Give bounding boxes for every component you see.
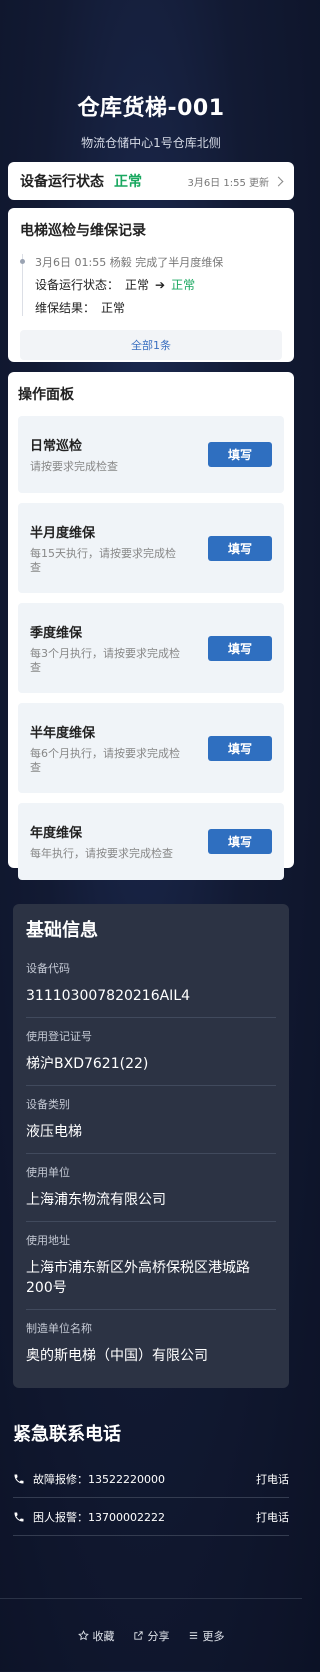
footer-bar: 收藏 分享 更多 xyxy=(0,1598,302,1672)
fill-button-half-monthly[interactable]: 填写 xyxy=(208,535,272,561)
op-title: 日常巡检 xyxy=(30,439,83,454)
info-label: 制造单位名称 xyxy=(26,1322,92,1335)
record-card: 电梯巡检与维保记录 3月6日 01:55 杨毅 完成了半月度维保 设备运行状态：… xyxy=(8,208,294,362)
info-value: 奥的斯电梯（中国）有限公司 xyxy=(26,1348,208,1364)
info-row-device-code: 设备代码 311103007820216AIL4 xyxy=(26,950,276,1018)
record-timeline: 3月6日 01:55 杨毅 完成了半月度维保 设备运行状态： 正常 ➔ 正常 维… xyxy=(20,254,282,316)
record-status-from: 正常 xyxy=(125,278,150,292)
basic-info-card: 基础信息 设备代码 311103007820216AIL4 使用登记证号 梯沪B… xyxy=(13,904,289,1388)
info-label: 使用登记证号 xyxy=(26,1030,92,1043)
record-status-to: 正常 xyxy=(171,278,196,292)
emergency-row: 困人报警：13700002222 打电话 xyxy=(13,1498,289,1536)
info-label: 设备代码 xyxy=(26,962,70,975)
op-item-daily: 日常巡检 请按要求完成检查 填写 xyxy=(18,416,284,493)
share-label: 分享 xyxy=(147,1629,170,1643)
record-action: 完成了半月度维保 xyxy=(135,256,224,269)
info-label: 使用单位 xyxy=(26,1166,70,1179)
fill-button-half-yearly[interactable]: 填写 xyxy=(208,735,272,761)
record-result-value: 正常 xyxy=(101,301,126,315)
operation-panel: 操作面板 日常巡检 请按要求完成检查 填写 半月度维保 每15天执行，请按要求完… xyxy=(8,372,294,880)
record-title: 电梯巡检与维保记录 xyxy=(20,223,146,239)
info-row-registration: 使用登记证号 梯沪BXD7621(22) xyxy=(26,1018,276,1086)
status-updated: 3月6日 1:55 更新 xyxy=(187,177,269,189)
panel-title: 操作面板 xyxy=(18,387,74,403)
emergency-row: 故障报修：13522220000 打电话 xyxy=(13,1460,289,1498)
op-item-half-monthly: 半月度维保 每15天执行，请按要求完成检查 填写 xyxy=(18,503,284,593)
page-title: 仓库货梯-001 xyxy=(77,96,225,121)
star-icon xyxy=(77,1630,89,1641)
emergency-text: 困人报警：13700002222 xyxy=(33,1510,165,1524)
more-label: 更多 xyxy=(202,1629,225,1643)
page-subtitle: 物流仓储中心1号仓库北侧 xyxy=(81,136,221,150)
op-item-yearly: 年度维保 每年执行，请按要求完成检查 填写 xyxy=(18,803,284,880)
op-desc: 每年执行，请按要求完成检查 xyxy=(30,847,173,860)
info-row-address: 使用地址 上海市浦东新区外高桥保税区港城路200号 xyxy=(26,1222,276,1310)
share-icon xyxy=(133,1631,143,1640)
op-title: 年度维保 xyxy=(30,826,83,841)
chevron-right-icon xyxy=(273,176,284,186)
phone-icon xyxy=(14,1474,24,1483)
page-header: 仓库货梯-001 物流仓储中心1号仓库北侧 xyxy=(0,0,302,160)
status-card[interactable]: 设备运行状态 正常 3月6日 1:55 更新 xyxy=(8,162,294,200)
record-time-user: 3月6日 01:55 杨毅 xyxy=(35,256,132,269)
info-value: 上海市浦东新区外高桥保税区港城路200号 xyxy=(26,1260,250,1296)
info-row-user-unit: 使用单位 上海浦东物流有限公司 xyxy=(26,1154,276,1222)
share-button[interactable]: 分享 xyxy=(133,1628,170,1644)
op-desc: 每15天执行，请按要求完成检查 xyxy=(30,546,176,574)
info-value: 梯沪BXD7621(22) xyxy=(26,1056,149,1072)
fill-button-quarterly[interactable]: 填写 xyxy=(208,635,272,661)
view-all-records-button[interactable]: 全部1条 xyxy=(20,330,282,360)
op-item-half-yearly: 半年度维保 每6个月执行，请按要求完成检查 填写 xyxy=(18,703,284,793)
info-row-manufacturer: 制造单位名称 奥的斯电梯（中国）有限公司 xyxy=(26,1310,276,1377)
emergency-title: 紧急联系电话 xyxy=(13,1424,121,1445)
info-label: 使用地址 xyxy=(26,1234,70,1247)
arrow-right-icon: ➔ xyxy=(155,277,166,292)
info-row-category: 设备类别 液压电梯 xyxy=(26,1086,276,1154)
status-badge: 正常 xyxy=(114,174,142,190)
phone-icon xyxy=(14,1512,24,1521)
op-item-quarterly: 季度维保 每3个月执行，请按要求完成检查 填写 xyxy=(18,603,284,693)
record-result-label: 维保结果： xyxy=(35,301,96,315)
info-label: 设备类别 xyxy=(26,1098,70,1111)
op-title: 半月度维保 xyxy=(30,525,96,541)
fill-button-yearly[interactable]: 填写 xyxy=(208,829,272,854)
menu-icon xyxy=(189,1632,197,1639)
emergency-text: 故障报修：13522220000 xyxy=(33,1472,165,1486)
info-value: 上海浦东物流有限公司 xyxy=(26,1192,166,1208)
record-status-label: 设备运行状态： xyxy=(35,278,120,292)
op-desc: 请按要求完成检查 xyxy=(30,460,118,473)
op-title: 季度维保 xyxy=(30,625,83,641)
call-button[interactable]: 打电话 xyxy=(256,1471,289,1487)
favorite-button[interactable]: 收藏 xyxy=(77,1628,115,1644)
timeline-dot-icon xyxy=(20,259,25,264)
status-label: 设备运行状态 xyxy=(20,174,104,190)
call-button[interactable]: 打电话 xyxy=(256,1509,289,1525)
favorite-label: 收藏 xyxy=(92,1629,115,1643)
info-title: 基础信息 xyxy=(26,920,98,941)
op-desc: 每3个月执行，请按要求完成检查 xyxy=(30,646,180,674)
info-value: 311103007820216AIL4 xyxy=(26,988,191,1004)
op-title: 半年度维保 xyxy=(30,725,96,741)
op-desc: 每6个月执行，请按要求完成检查 xyxy=(30,746,180,774)
info-value: 液压电梯 xyxy=(26,1124,82,1140)
emergency-contacts: 紧急联系电话 故障报修：13522220000 打电话 困人报警：1370000… xyxy=(13,1420,289,1536)
more-button[interactable]: 更多 xyxy=(188,1628,225,1644)
fill-button-daily[interactable]: 填写 xyxy=(208,442,272,467)
